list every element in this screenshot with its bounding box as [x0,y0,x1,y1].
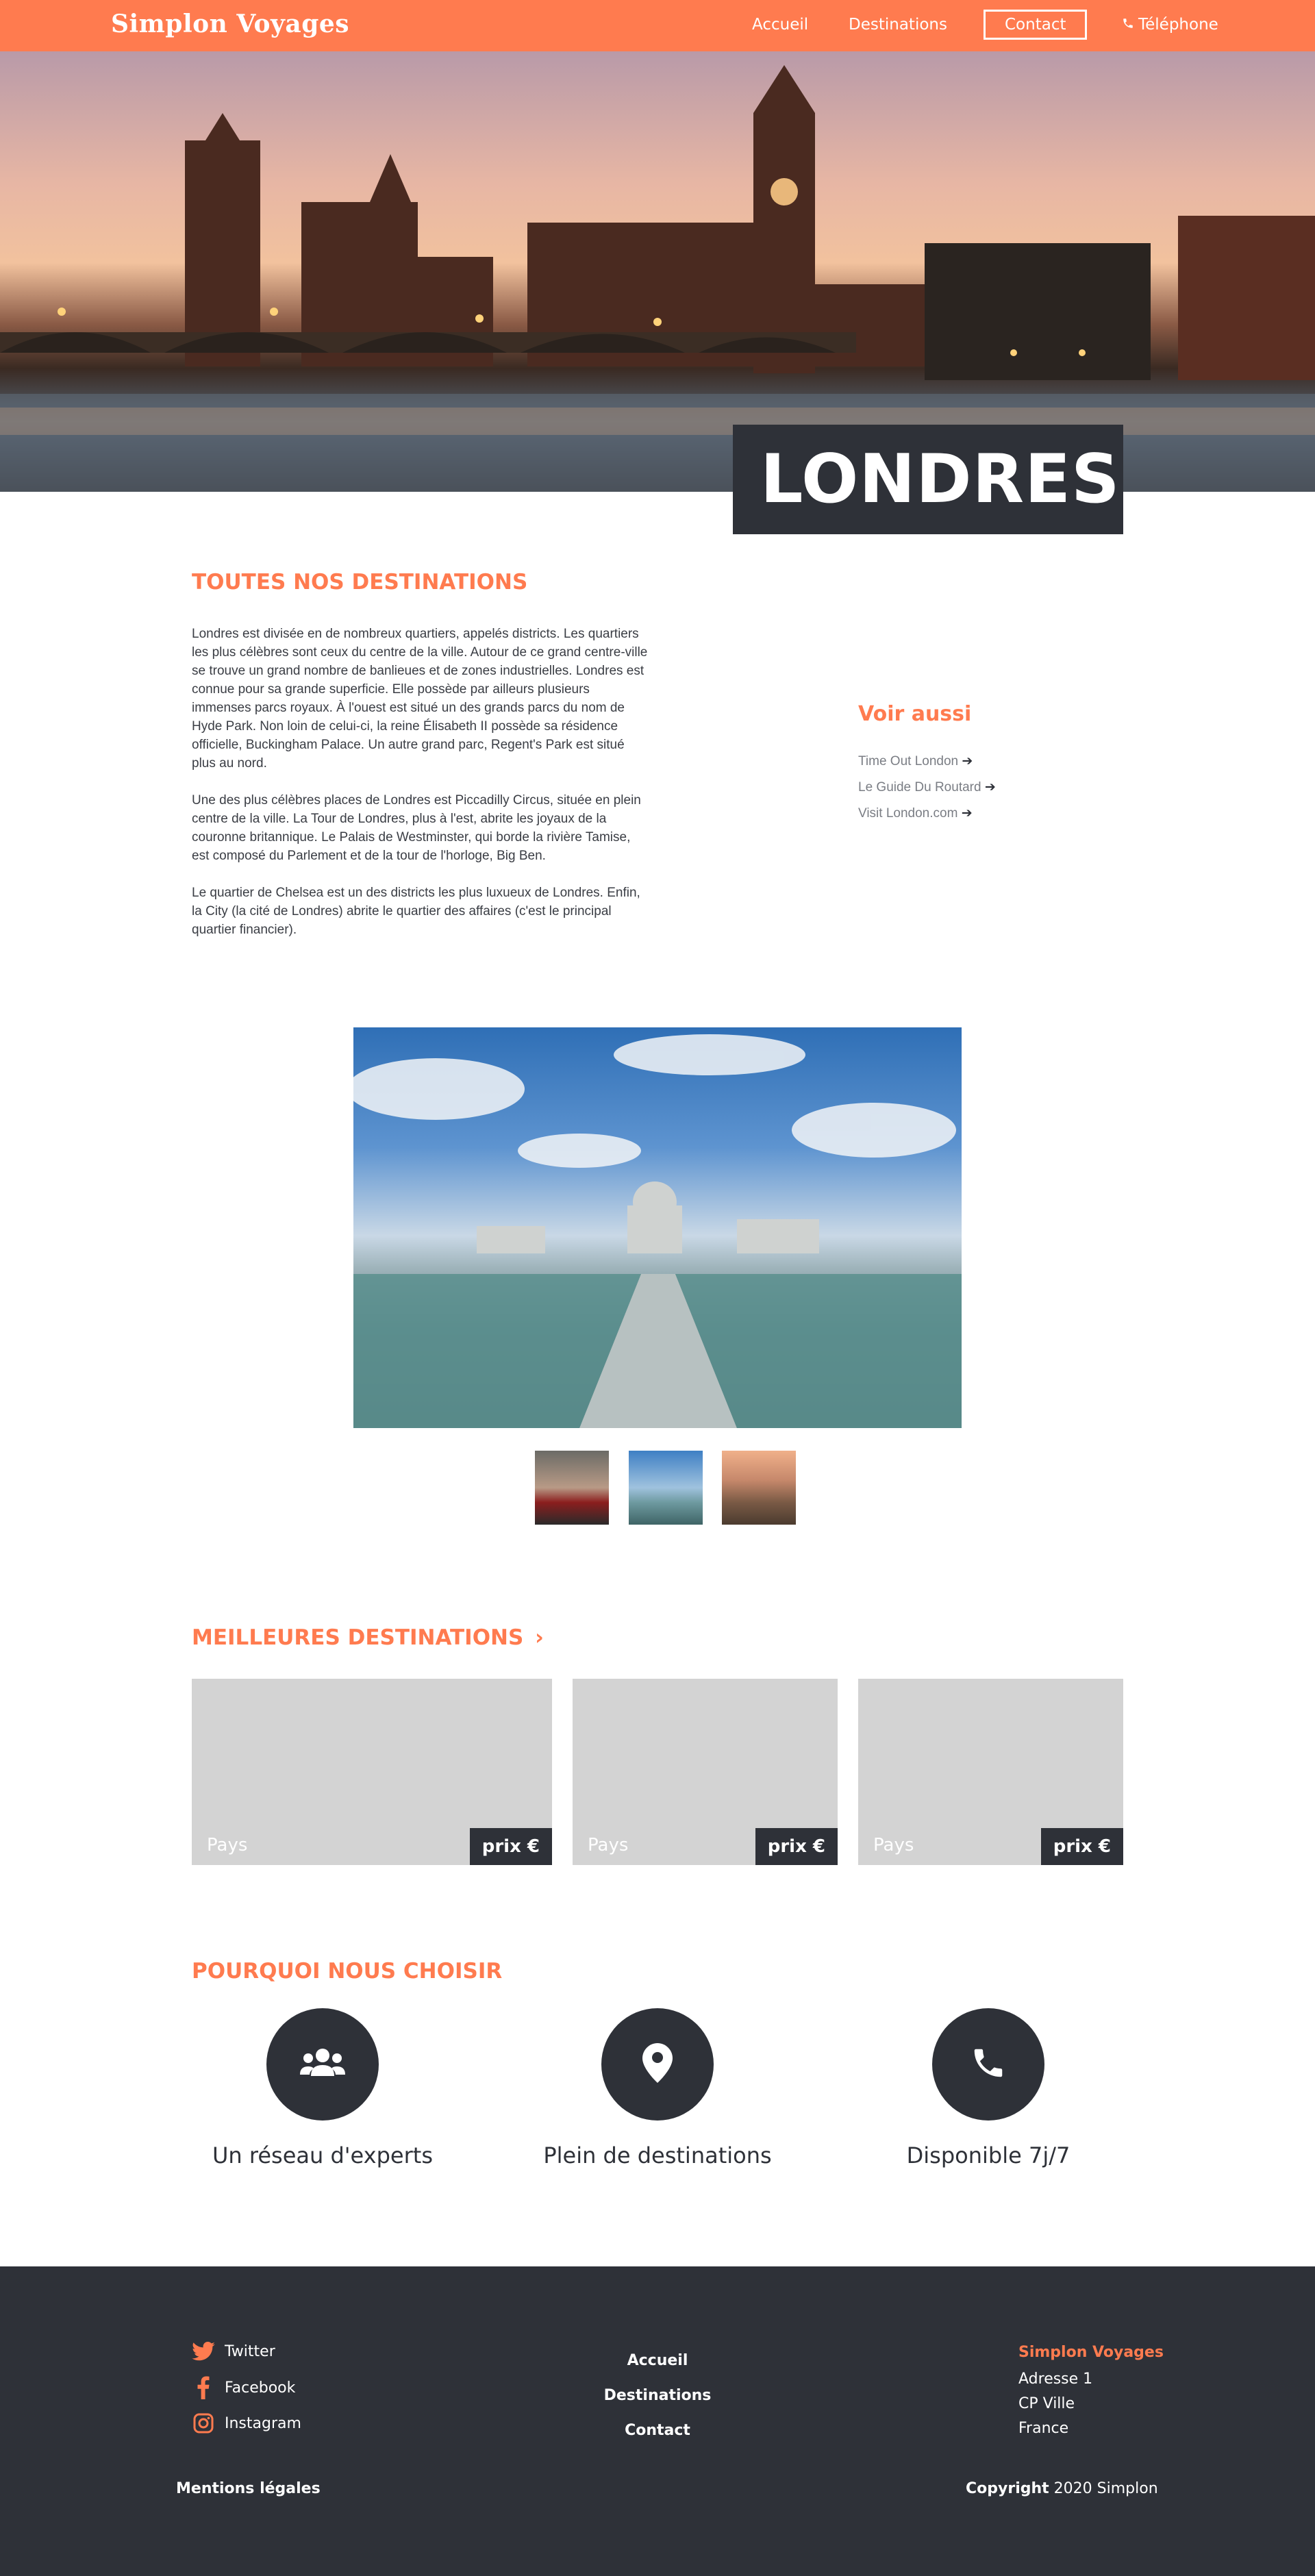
destinations-heading: TOUTES NOS DESTINATIONS [192,570,528,595]
nav-contact-button[interactable]: Contact [984,10,1088,40]
why-item-circle [932,2008,1044,2121]
card-country: Pays [588,1835,629,1855]
copyright: Copyright 2020 Simplon [966,2480,1158,2497]
footer-nav-destinations[interactable]: Destinations [521,2387,794,2404]
destination-card[interactable]: Pays prix € [858,1679,1123,1865]
why-item-label: Plein de destinations [543,2142,772,2168]
social-twitter[interactable]: Twitter [192,2342,275,2361]
card-price: prix € [755,1828,838,1865]
destination-card[interactable]: Pays prix € [573,1679,838,1865]
arrow-right-icon: ➔ [962,754,973,768]
footer-nav-accueil[interactable]: Accueil [521,2352,794,2369]
map-pin-icon [642,2042,673,2086]
gallery-thumb-bridge[interactable] [629,1451,703,1525]
card-country: Pays [873,1835,914,1855]
card-price: prix € [469,1828,552,1865]
gallery-thumb-aerial[interactable] [722,1451,796,1525]
intro-paragraph-1: Londres est divisée en de nombreux quart… [192,627,648,771]
footer-company-name: Simplon Voyages [1018,2344,1164,2361]
why-us-heading: POURQUOI NOUS CHOISIR [192,1959,503,1984]
see-also-links: Time Out London ➔ Le Guide Du Routard ➔ … [858,753,996,831]
site-header: Simplon Voyages Accueil Destinations Con… [0,0,1315,51]
footer-address-line: France [1018,2420,1069,2437]
city-title: LONDRES [733,425,1123,534]
arrow-right-icon: ➔ [961,806,973,821]
social-label: Instagram [225,2414,301,2432]
see-also-heading: Voir aussi [858,702,972,726]
link-time-out-london[interactable]: Time Out London ➔ [858,753,996,779]
destination-card[interactable]: Pays prix € [192,1679,552,1865]
intro-paragraph-3: Le quartier de Chelsea est un des distri… [192,886,640,937]
footer-address-line: CP Ville [1018,2395,1075,2412]
nav-phone-label: Téléphone [1138,16,1218,34]
why-item-circle [601,2008,714,2121]
phone-icon [970,2044,1007,2085]
social-instagram[interactable]: Instagram [192,2413,301,2434]
social-label: Facebook [225,2379,296,2397]
link-visit-london[interactable]: Visit London.com ➔ [858,805,996,831]
site-logo[interactable]: Simplon Voyages [111,10,349,38]
why-item-circle [266,2008,379,2121]
best-destinations-heading[interactable]: MEILLEURES DESTINATIONS › [192,1625,544,1650]
twitter-icon [192,2342,215,2361]
users-icon [299,2046,347,2084]
gallery-main-image [353,1027,962,1428]
why-item-label: Disponible 7j/7 [906,2142,1070,2168]
arrow-right-icon: ➔ [984,780,996,795]
social-label: Twitter [225,2342,275,2360]
chevron-right-icon: › [535,1625,544,1650]
social-facebook[interactable]: Facebook [192,2376,295,2399]
card-country: Pays [207,1835,248,1855]
gallery-thumb-guard[interactable] [535,1451,609,1525]
footer-nav-contact[interactable]: Contact [521,2422,794,2439]
link-guide-du-routard[interactable]: Le Guide Du Routard ➔ [858,779,996,805]
facebook-icon [192,2376,215,2399]
nav-accueil[interactable]: Accueil [752,16,808,34]
intro-paragraph-2: Une des plus célèbres places de Londres … [192,793,641,863]
nav-destinations[interactable]: Destinations [849,16,947,34]
card-price: prix € [1040,1828,1123,1865]
footer-address-line: Adresse 1 [1018,2371,1093,2388]
why-item-label: Un réseau d'experts [212,2142,433,2168]
legal-link[interactable]: Mentions légales [176,2480,321,2497]
instagram-icon [192,2413,215,2434]
site-footer: Twitter Facebook Instagram Accueil Desti… [0,2266,1315,2576]
nav-phone[interactable]: Téléphone [1122,16,1218,34]
phone-icon [1122,16,1134,34]
